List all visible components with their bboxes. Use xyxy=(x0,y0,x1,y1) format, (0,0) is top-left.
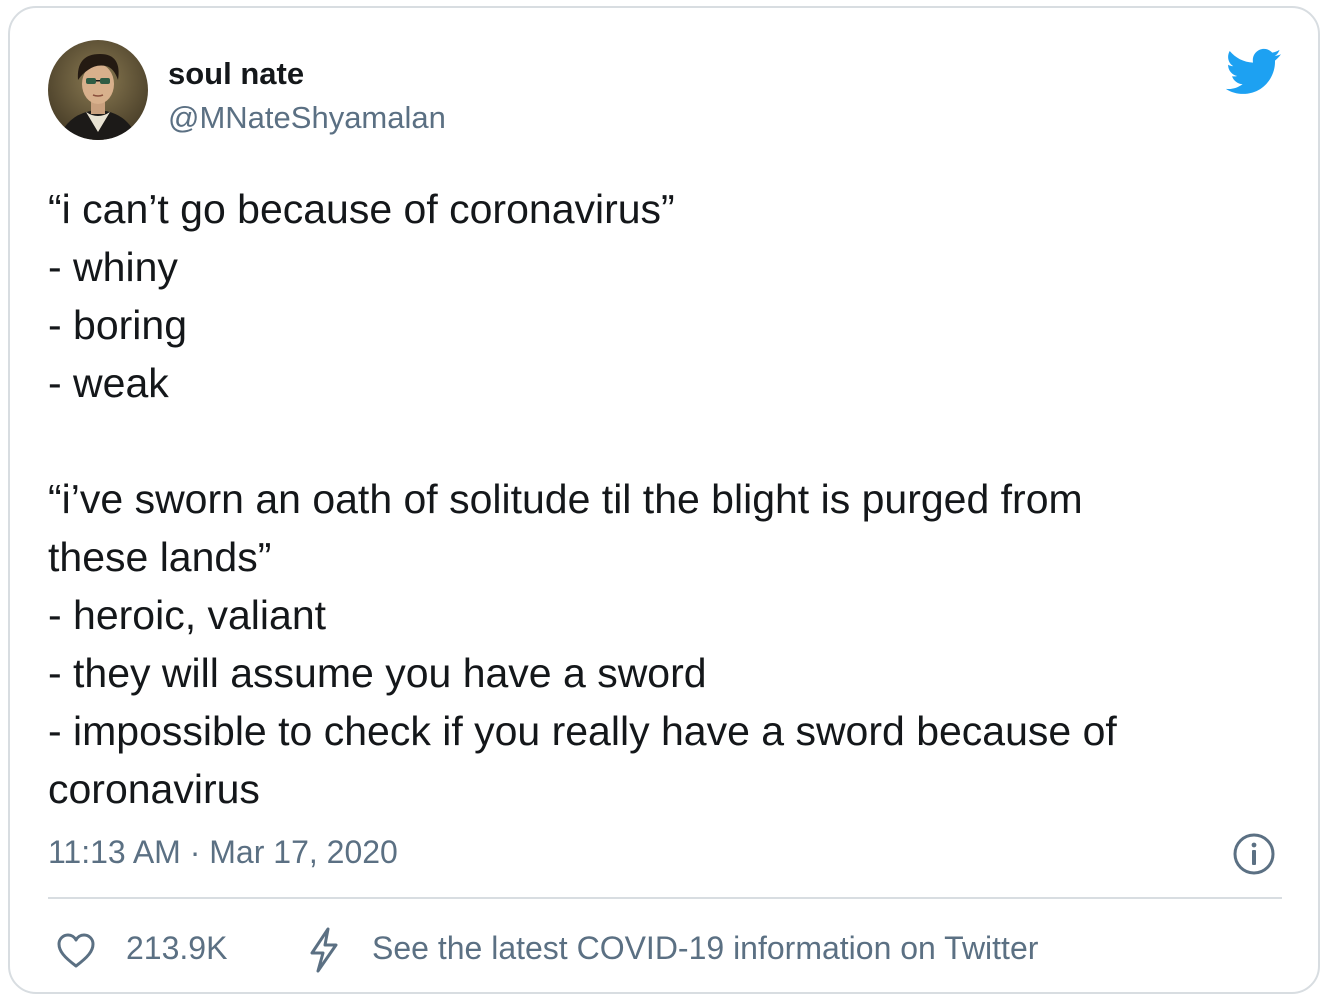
tweet-line: “i can’t go because of coronavirus” xyxy=(48,186,675,232)
divider xyxy=(48,897,1282,899)
tweet-line: - boring xyxy=(48,302,188,348)
avatar[interactable] xyxy=(48,40,148,140)
tweet-text: “i can’t go because of coronavirus” - wh… xyxy=(48,180,1298,818)
heart-icon[interactable] xyxy=(56,932,96,970)
tweet-line: coronavirus xyxy=(48,766,260,812)
twitter-bird-icon[interactable] xyxy=(1225,48,1282,96)
tweet-line: - heroic, valiant xyxy=(48,592,327,638)
tweet-timestamp[interactable]: 11:13 AM · Mar 17, 2020 xyxy=(48,834,398,871)
avatar-portrait-image xyxy=(48,40,148,140)
lightning-bolt-icon-graphic xyxy=(310,927,338,973)
tweet-line: - impossible to check if you really have… xyxy=(48,708,1117,754)
user-handle[interactable]: @MNateShyamalan xyxy=(168,100,446,136)
lightning-bolt-icon[interactable] xyxy=(306,926,342,974)
tweet-line: - they will assume you have a sword xyxy=(48,650,707,696)
twitter-bird-icon-graphic xyxy=(1225,48,1282,94)
display-name[interactable]: soul nate xyxy=(168,56,304,92)
info-icon-graphic xyxy=(1233,833,1275,875)
tweet-card: soul nate @MNateShyamalan “i can’t go be… xyxy=(8,6,1320,994)
tweet-line: “i’ve sworn an oath of solitude til the … xyxy=(48,476,1083,522)
tweet-line: - whiny xyxy=(48,244,178,290)
covid-info-link[interactable]: See the latest COVID-19 information on T… xyxy=(372,930,1038,967)
like-count[interactable]: 213.9K xyxy=(126,930,227,967)
info-icon[interactable] xyxy=(1232,832,1276,876)
heart-icon-graphic xyxy=(57,933,95,968)
tweet-line: - weak xyxy=(48,360,169,406)
tweet-line: these lands” xyxy=(48,534,272,580)
